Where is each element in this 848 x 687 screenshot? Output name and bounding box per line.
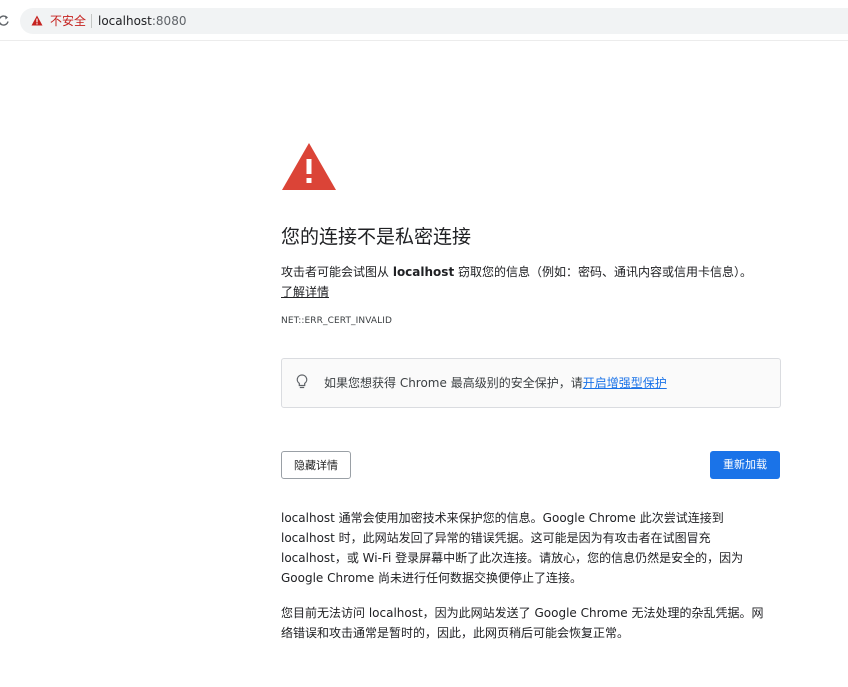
details-p2-line: 您目前无法访问 localhost，因为此网站发送了 Google Chrome… (281, 606, 764, 620)
enable-enhanced-protection-link[interactable]: 开启增强型保护 (583, 376, 667, 390)
reload-button[interactable]: 重新加载 (710, 451, 780, 479)
url-host: localhost (98, 14, 152, 28)
warning-icon (282, 143, 336, 190)
lightbulb-icon (296, 374, 308, 389)
reload-icon[interactable] (0, 13, 10, 27)
enhanced-protection-text: 如果您想获得 Chrome 最高级别的安全保护，请开启增强型保护 (324, 374, 667, 392)
url-text[interactable]: localhost:8080 (98, 13, 186, 29)
url-port: :8080 (151, 14, 187, 28)
details-section: localhost 通常会使用加密技术来保护您的信息。Google Chrome… (281, 508, 781, 658)
details-p1-line: localhost，或 Wi-Fi 登录屏幕中断了此次连接。请放心，您的信息仍然… (281, 551, 744, 565)
details-paragraph-2: 您目前无法访问 localhost，因为此网站发送了 Google Chrome… (281, 603, 781, 643)
desc-prefix: 攻击者可能会试图从 (281, 265, 393, 279)
details-paragraph-1: localhost 通常会使用加密技术来保护您的信息。Google Chrome… (281, 508, 781, 588)
desc-host: localhost (392, 265, 455, 279)
details-p1-line: Google Chrome 尚未进行任何数据交换便停止了连接。 (281, 571, 583, 585)
desc-suffix: 窃取您的信息（例如：密码、通讯内容或信用卡信息）。 (454, 265, 753, 279)
error-code: NET::ERR_CERT_INVALID (281, 316, 393, 326)
address-bar[interactable]: 不安全 localhost:8080 (20, 8, 848, 34)
details-p1-line: localhost 通常会使用加密技术来保护您的信息。Google Chrome… (281, 511, 724, 525)
details-p2-line: 络错误和攻击通常是暂时的，因此，此网页稍后可能会恢复正常。 (281, 626, 630, 640)
warning-icon[interactable] (31, 15, 43, 26)
page-title: 您的连接不是私密连接 (281, 226, 472, 248)
browser-toolbar: 不安全 localhost:8080 (0, 0, 848, 41)
hide-details-button[interactable]: 隐藏详情 (281, 451, 351, 479)
not-secure-label[interactable]: 不安全 (50, 13, 86, 29)
enhanced-prefix: 如果您想获得 Chrome 最高级别的安全保护，请 (324, 376, 583, 390)
enhanced-protection-banner: 如果您想获得 Chrome 最高级别的安全保护，请开启增强型保护 (281, 358, 781, 408)
omnibox-separator (91, 14, 92, 28)
details-p1-line: localhost 时，此网站发回了异常的错误凭据。这可能是因为有攻击者在试图冒… (281, 531, 711, 545)
error-description: 攻击者可能会试图从 localhost 窃取您的信息（例如：密码、通讯内容或信用… (281, 262, 786, 282)
learn-more-link[interactable]: 了解详情 (281, 283, 329, 301)
